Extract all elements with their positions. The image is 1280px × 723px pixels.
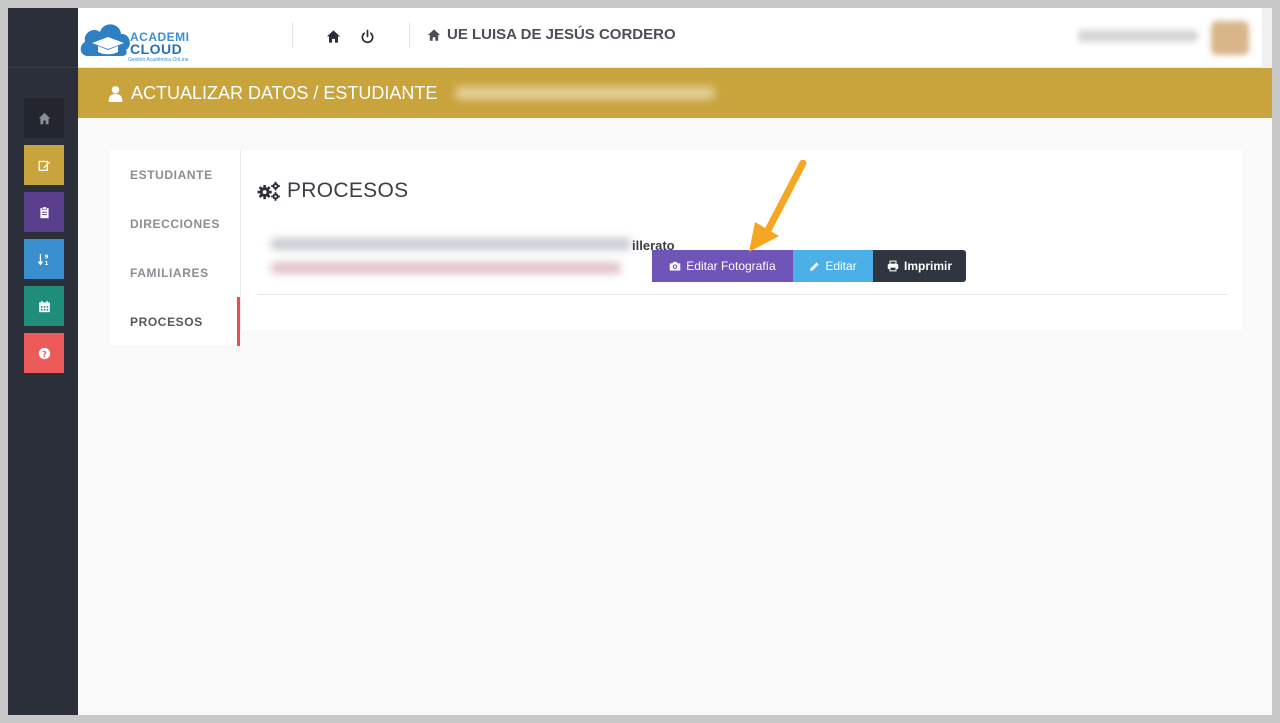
sort-numeric-icon: 91 xyxy=(37,253,48,266)
tab-direcciones[interactable]: DIRECCIONES xyxy=(110,199,240,248)
page-title: ACTUALIZAR DATOS / ESTUDIANTE xyxy=(107,83,437,104)
header-divider xyxy=(292,22,293,48)
school-name: UE LUISA DE JESÚS CORDERO xyxy=(447,26,676,43)
top-header: ACADEMI CLOUD Gestión Académica OnLine U… xyxy=(78,8,1272,68)
user-icon xyxy=(108,85,123,102)
home-icon xyxy=(427,28,441,41)
power-icon xyxy=(361,29,373,43)
home-icon xyxy=(326,29,340,43)
gears-icon xyxy=(257,181,280,201)
school-title: UE LUISA DE JESÚS CORDERO xyxy=(427,26,676,43)
print-label: Imprimir xyxy=(903,259,952,273)
student-name-redacted xyxy=(455,86,716,100)
section-title-text: PROCESOS xyxy=(287,179,409,202)
app-window: 91 ? ACADEMI CLOUD Gestión Académica OnL… xyxy=(8,8,1272,715)
sidebar-item-clipboard[interactable] xyxy=(24,192,64,232)
sidebar-item-calendar[interactable] xyxy=(24,286,64,326)
edit-photo-label: Editar Fotografía xyxy=(686,259,776,273)
sidebar-item-edit[interactable] xyxy=(24,145,64,185)
vertical-tabs: ESTUDIANTE DIRECCIONES FAMILIARES PROCES… xyxy=(110,150,240,346)
pencil-icon xyxy=(810,261,819,271)
svg-text:?: ? xyxy=(42,348,47,358)
tab-procesos[interactable]: PROCESOS xyxy=(110,297,240,346)
tab-familiares[interactable]: FAMILIARES xyxy=(110,248,240,297)
process-details-redacted xyxy=(271,262,621,274)
page-title-text: ACTUALIZAR DATOS / ESTUDIANTE xyxy=(131,82,438,103)
edit-icon xyxy=(38,160,50,171)
cloud-graduation-icon xyxy=(80,24,130,56)
page-banner: ACTUALIZAR DATOS / ESTUDIANTE xyxy=(78,68,1272,118)
logout-button[interactable] xyxy=(358,27,376,45)
procesos-panel: PROCESOS illerato Editar Fotografía Edit… xyxy=(240,150,1242,330)
calendar-icon xyxy=(38,300,50,312)
avatar[interactable] xyxy=(1211,21,1249,55)
section-title: PROCESOS xyxy=(257,179,408,203)
sidebar-item-help[interactable]: ? xyxy=(24,333,64,373)
clipboard-icon xyxy=(39,205,49,218)
annotation-arrow-icon xyxy=(749,160,807,252)
question-icon: ? xyxy=(38,347,50,359)
print-button[interactable]: Imprimir xyxy=(873,250,966,282)
header-divider xyxy=(409,22,410,48)
logo-tagline: Gestión Académica OnLine xyxy=(128,57,189,63)
scrollbar[interactable] xyxy=(1262,8,1272,68)
tab-estudiante[interactable]: ESTUDIANTE xyxy=(110,150,240,199)
process-info-redacted xyxy=(271,238,631,250)
sidebar-item-home[interactable] xyxy=(24,98,64,138)
logo-line2: CLOUD xyxy=(130,41,183,57)
sidebar-item-grades[interactable]: 91 xyxy=(24,239,64,279)
home-button[interactable] xyxy=(324,27,342,45)
printer-icon xyxy=(887,260,899,272)
svg-text:1: 1 xyxy=(44,261,48,266)
user-name-redacted[interactable] xyxy=(1078,30,1198,42)
sidebar-top xyxy=(8,8,78,68)
camera-icon xyxy=(670,261,681,271)
edit-label: Editar xyxy=(825,259,857,273)
home-icon xyxy=(38,112,50,124)
svg-text:9: 9 xyxy=(44,254,48,260)
academicloud-logo[interactable]: ACADEMI CLOUD Gestión Académica OnLine xyxy=(78,16,208,63)
sidebar: 91 ? xyxy=(8,8,78,715)
